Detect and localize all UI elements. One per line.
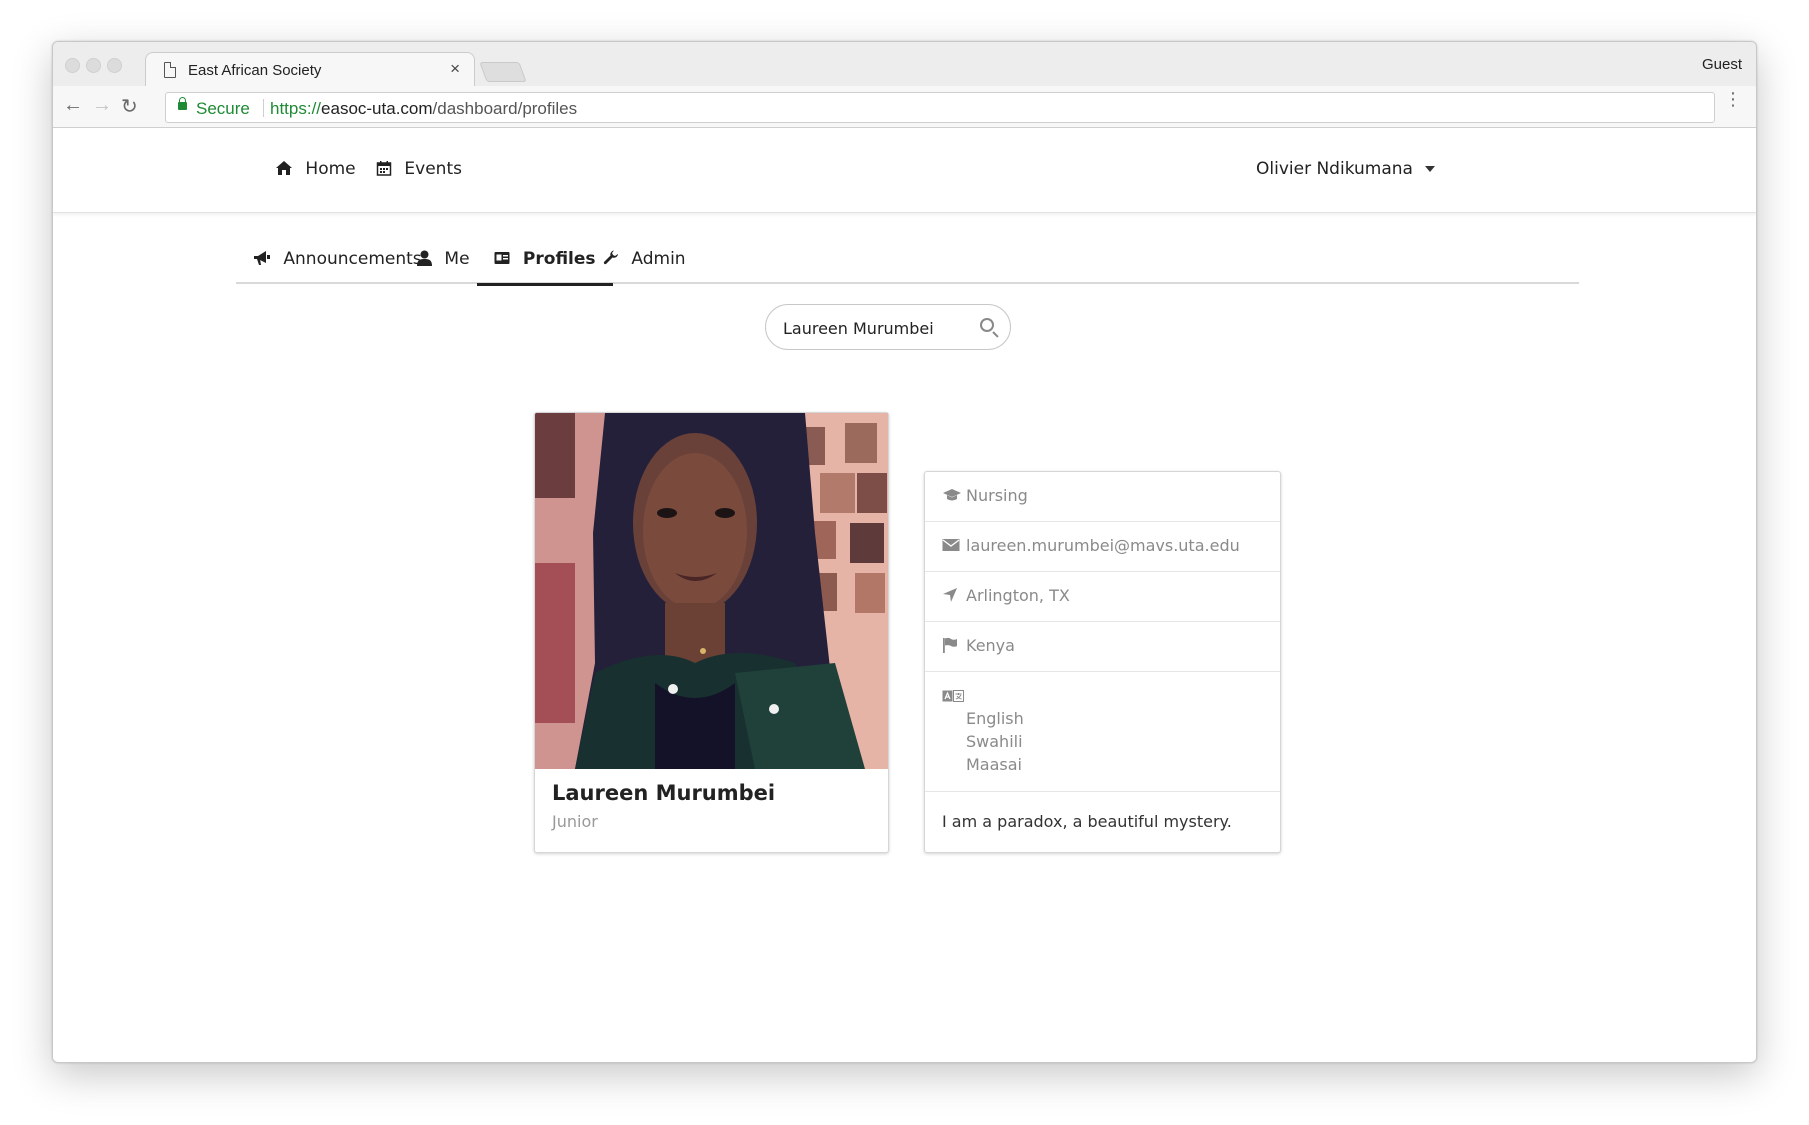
guest-profile-button[interactable]: Guest bbox=[1702, 56, 1742, 73]
profile-photo bbox=[535, 413, 888, 769]
url-host: easoc-uta.com bbox=[321, 99, 433, 118]
detail-location: Arlington, TX bbox=[966, 586, 1070, 605]
tab-title: East African Society bbox=[188, 62, 322, 79]
url-text[interactable]: https://easoc-uta.com/dashboard/profiles bbox=[270, 99, 577, 119]
page-content: Home Events Olivier Ndikumana Announceme… bbox=[53, 129, 1756, 1062]
tab-announcements-label: Announcements bbox=[283, 249, 422, 269]
bullhorn-icon bbox=[253, 249, 276, 269]
tab-profiles-label: Profiles bbox=[522, 249, 596, 269]
envelope-icon bbox=[942, 537, 960, 556]
language-item: English bbox=[966, 709, 1024, 728]
address-bar[interactable]: Secure https://easoc-uta.com/dashboard/p… bbox=[165, 92, 1715, 123]
detail-row-major: Nursing bbox=[925, 472, 1280, 522]
user-icon bbox=[417, 249, 437, 269]
tab-profiles[interactable]: Profiles bbox=[477, 249, 613, 286]
graduation-cap-icon bbox=[942, 487, 962, 506]
tab-admin-label: Admin bbox=[631, 249, 686, 269]
detail-row-email: laureen.murumbei@mavs.uta.edu bbox=[925, 522, 1280, 572]
user-name: Olivier Ndikumana bbox=[1256, 159, 1413, 179]
flag-icon bbox=[942, 637, 958, 657]
zoom-window-button[interactable] bbox=[107, 58, 122, 73]
language-icon bbox=[942, 687, 964, 706]
address-divider bbox=[263, 99, 264, 117]
id-card-icon bbox=[494, 249, 516, 269]
lock-icon bbox=[178, 97, 187, 110]
page-icon bbox=[164, 62, 176, 78]
detail-row-location: Arlington, TX bbox=[925, 572, 1280, 622]
tab-announcements[interactable]: Announcements bbox=[253, 249, 422, 284]
search-icon[interactable] bbox=[980, 318, 994, 332]
profile-class-year: Junior bbox=[552, 812, 598, 831]
user-menu[interactable]: Olivier Ndikumana bbox=[1256, 159, 1435, 179]
minimize-window-button[interactable] bbox=[86, 58, 101, 73]
forward-icon[interactable]: → bbox=[92, 94, 112, 117]
browser-toolbar: ← → ↻ Secure https://easoc-uta.com/dashb… bbox=[53, 86, 1756, 128]
detail-major: Nursing bbox=[966, 486, 1028, 505]
home-icon bbox=[275, 159, 298, 179]
search-input[interactable] bbox=[783, 316, 963, 340]
language-item: Swahili bbox=[966, 732, 1023, 751]
new-tab-button[interactable] bbox=[479, 62, 527, 82]
browser-titlebar: East African Society × Guest bbox=[53, 42, 1756, 87]
back-icon[interactable]: ← bbox=[63, 94, 83, 117]
chevron-down-icon bbox=[1424, 166, 1435, 172]
calendar-icon bbox=[376, 159, 397, 179]
detail-row-country: Kenya bbox=[925, 622, 1280, 672]
nav-events[interactable]: Events bbox=[376, 159, 462, 179]
nav-events-label: Events bbox=[404, 159, 462, 179]
close-window-button[interactable] bbox=[65, 58, 80, 73]
profile-search bbox=[765, 304, 1011, 350]
detail-country: Kenya bbox=[966, 636, 1015, 655]
browser-tab[interactable]: East African Society × bbox=[145, 52, 475, 87]
url-scheme: https:// bbox=[270, 99, 322, 118]
profile-details-card: Nursing laureen.murumbei@mavs.uta.edu Ar… bbox=[924, 471, 1281, 853]
nav-home[interactable]: Home bbox=[275, 159, 356, 179]
profile-name: Laureen Murumbei bbox=[552, 781, 776, 805]
close-tab-icon[interactable]: × bbox=[450, 59, 460, 79]
detail-email: laureen.murumbei@mavs.uta.edu bbox=[966, 536, 1240, 555]
tab-me-label: Me bbox=[444, 249, 470, 269]
browser-window: East African Society × Guest ← → ↻ Secur… bbox=[52, 41, 1757, 1063]
reload-icon[interactable]: ↻ bbox=[121, 94, 138, 119]
wrench-icon bbox=[603, 249, 624, 269]
browser-menu-icon[interactable]: ⋮ bbox=[1724, 90, 1742, 108]
tab-me[interactable]: Me bbox=[417, 249, 470, 284]
nav-home-label: Home bbox=[305, 159, 356, 179]
tab-admin[interactable]: Admin bbox=[603, 249, 686, 284]
profile-card[interactable]: Laureen Murumbei Junior bbox=[534, 412, 889, 853]
detail-row-languages: English Swahili Maasai bbox=[925, 672, 1280, 792]
url-path: /dashboard/profiles bbox=[432, 99, 578, 118]
location-arrow-icon bbox=[942, 587, 958, 607]
secure-label: Secure bbox=[196, 99, 250, 118]
profile-bio: I am a paradox, a beautiful mystery. bbox=[942, 812, 1232, 831]
dashboard-tabs: Announcements Me Profiles Admin bbox=[236, 239, 1579, 286]
top-navbar: Home Events Olivier Ndikumana bbox=[53, 129, 1756, 213]
language-item: Maasai bbox=[966, 755, 1022, 774]
